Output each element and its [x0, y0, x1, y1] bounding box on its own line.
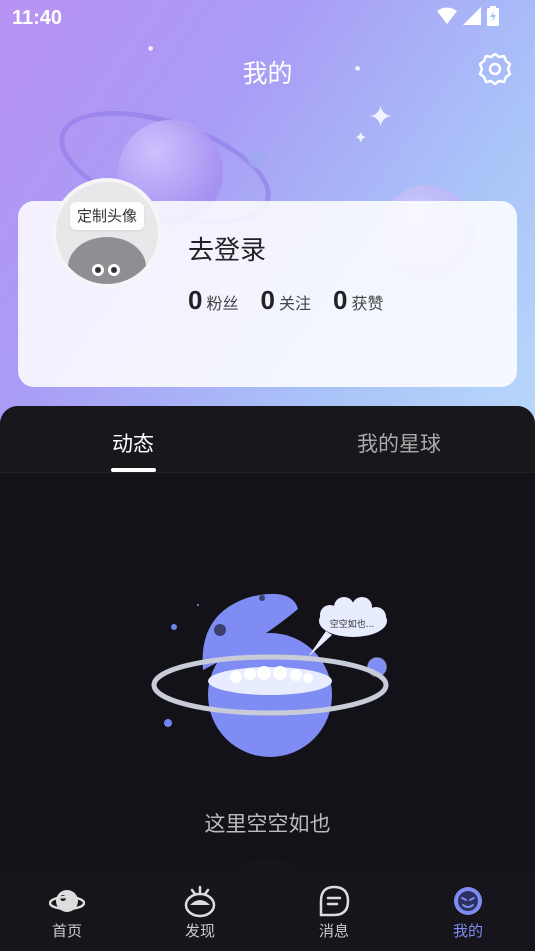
avatar[interactable]: [52, 178, 162, 288]
battery-icon: [487, 6, 499, 26]
settings-button[interactable]: [474, 48, 516, 90]
page-title: 我的: [242, 59, 293, 88]
nav-label: 发现: [184, 922, 215, 940]
stat-followers[interactable]: 0 粉丝: [188, 285, 238, 316]
nav-home[interactable]: 首页: [27, 884, 107, 941]
stat-value: 0: [188, 285, 203, 315]
bubble-text: 空空如也...: [330, 618, 375, 630]
wifi-icon: [437, 7, 457, 24]
stat-label: 获赞: [351, 294, 384, 313]
status-bar: 11:40: [0, 0, 535, 36]
discover-icon: [184, 885, 216, 918]
login-link[interactable]: 去登录: [188, 230, 266, 267]
signal-icon: [463, 7, 481, 25]
thought-bubble: 空空如也...: [319, 597, 387, 637]
empty-state-message: 这里空空如也: [204, 812, 331, 836]
avatar-placeholder-face: [68, 237, 146, 284]
profile-stats: 0 粉丝 0 关注 0 获赞: [188, 285, 383, 316]
status-time: 11:40: [12, 7, 63, 29]
nav-discover[interactable]: 发现: [160, 884, 240, 941]
nav-label: 消息: [318, 922, 349, 940]
empty-planet-illustration: 空空如也...: [151, 593, 389, 757]
active-tab-indicator: [111, 468, 156, 472]
avatar-eye: [108, 264, 120, 276]
nav-label: 首页: [51, 922, 82, 940]
profile-face-icon: [454, 887, 482, 915]
title-bar: 我的: [0, 48, 535, 92]
stat-label: 粉丝: [206, 294, 239, 313]
decorative-small-planet: [248, 150, 266, 168]
tab-feed[interactable]: 动态: [112, 428, 154, 458]
stat-value: 0: [332, 285, 348, 315]
message-icon: [319, 885, 350, 917]
status-icons: [437, 6, 499, 26]
nav-messages[interactable]: 消息: [294, 884, 374, 941]
nav-profile[interactable]: 我的: [428, 884, 508, 941]
stat-likes[interactable]: 0 获赞: [333, 285, 383, 316]
sparkle-icon: ✦: [354, 128, 368, 147]
stat-following[interactable]: 0 关注: [260, 285, 310, 316]
custom-avatar-tag[interactable]: 定制头像: [70, 202, 144, 230]
gear-icon: [478, 52, 512, 86]
tab-my-planet[interactable]: 我的星球: [357, 428, 441, 458]
tabs-bar: 动态 我的星球: [0, 406, 535, 473]
nav-label: 我的: [452, 922, 483, 940]
stat-value: 0: [260, 285, 275, 315]
planet-icon: [49, 890, 85, 912]
stat-label: 关注: [278, 294, 311, 313]
avatar-eye: [92, 264, 104, 276]
sparkle-icon: ✦: [368, 100, 394, 135]
